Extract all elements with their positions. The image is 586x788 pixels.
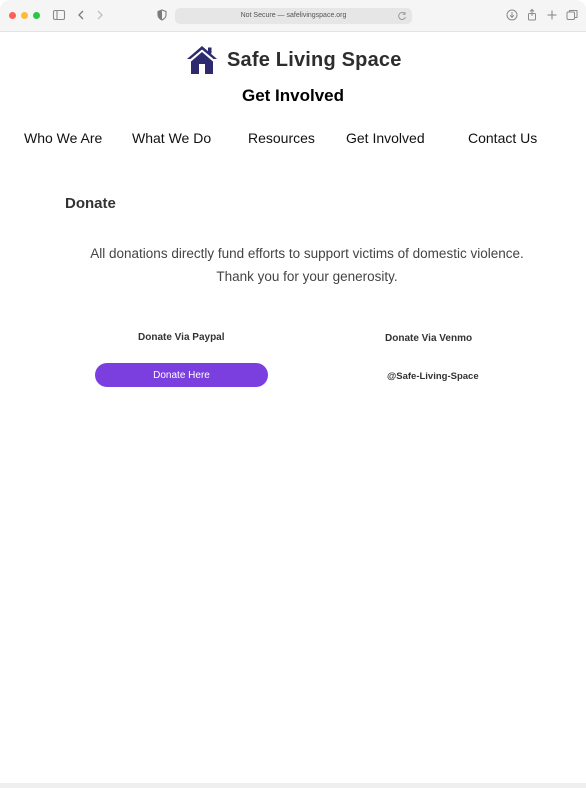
forward-icon[interactable] — [93, 8, 107, 22]
download-icon[interactable] — [505, 8, 519, 22]
browser-toolbar: Not Secure — safelivingspace.org — [0, 0, 586, 32]
zoom-window-button[interactable] — [33, 12, 40, 19]
donate-heading: Donate — [65, 195, 116, 212]
back-icon[interactable] — [74, 8, 88, 22]
main-nav: Who We Are What We Do Resources Get Invo… — [0, 130, 586, 148]
address-text: Not Secure — safelivingspace.org — [240, 12, 347, 19]
window-bottom-edge — [0, 783, 586, 788]
venmo-handle[interactable]: @Safe-Living-Space — [387, 371, 479, 382]
new-tab-icon[interactable] — [545, 8, 559, 22]
nav-item-who-we-are[interactable]: Who We Are — [24, 130, 102, 146]
nav-item-resources[interactable]: Resources — [248, 130, 315, 146]
venmo-label: Donate Via Venmo — [385, 333, 473, 344]
donate-blurb: All donations directly fund efforts to s… — [80, 242, 534, 288]
tabs-overview-icon[interactable] — [565, 8, 579, 22]
nav-item-get-involved[interactable]: Get Involved — [346, 130, 425, 146]
donate-blurb-line: All donations directly fund efforts to s… — [90, 246, 524, 261]
nav-item-what-we-do[interactable]: What We Do — [132, 130, 211, 146]
address-bar[interactable]: Not Secure — safelivingspace.org — [175, 8, 412, 24]
page-title: Get Involved — [241, 86, 345, 105]
house-icon — [186, 44, 218, 76]
minimize-window-button[interactable] — [21, 12, 28, 19]
close-window-button[interactable] — [9, 12, 16, 19]
paypal-label: Donate Via Paypal — [138, 332, 225, 343]
share-icon[interactable] — [525, 8, 539, 22]
reload-icon[interactable] — [396, 10, 408, 22]
thank-you-line: Thank you for your generosity. — [216, 269, 398, 284]
privacy-shield-icon[interactable] — [155, 8, 169, 22]
site-brand[interactable]: Safe Living Space — [186, 44, 402, 76]
sidebar-icon[interactable] — [52, 8, 66, 22]
site-name: Safe Living Space — [227, 48, 402, 71]
nav-item-contact-us[interactable]: Contact Us — [468, 130, 537, 146]
donate-here-button[interactable]: Donate Here — [95, 363, 268, 387]
